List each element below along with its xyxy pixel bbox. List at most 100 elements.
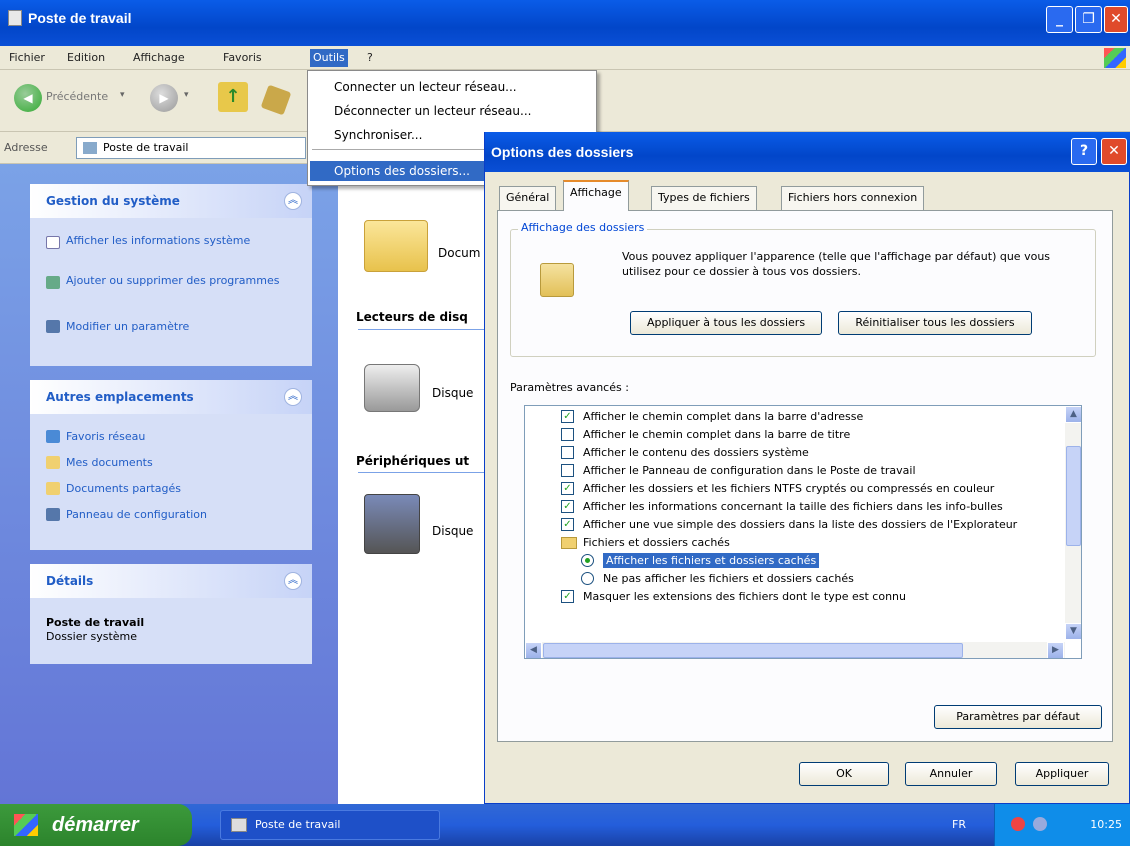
apply-to-all-folders-button[interactable]: Appliquer à tous les dossiers: [630, 311, 822, 335]
place-shared-documents[interactable]: Documents partagés: [46, 480, 181, 497]
back-arrow-icon[interactable]: ◀: [14, 84, 42, 112]
language-indicator[interactable]: FR: [952, 818, 966, 831]
volume-icon[interactable]: [1033, 817, 1047, 831]
checkbox[interactable]: ✓: [561, 590, 574, 603]
search-icon[interactable]: [260, 84, 292, 116]
window-titlebar[interactable]: Poste de travail _ ❐ ✕: [0, 0, 1130, 46]
start-button[interactable]: démarrer: [0, 804, 192, 846]
setting-hide-hidden[interactable]: Ne pas afficher les fichiers et dossiers…: [581, 570, 854, 588]
collapse-chevron-icon[interactable]: ︽: [284, 388, 302, 406]
place-my-documents[interactable]: Mes documents: [46, 454, 153, 471]
collapse-chevron-icon[interactable]: ︽: [284, 192, 302, 210]
menu-help[interactable]: ?: [364, 49, 376, 67]
checkbox[interactable]: [561, 464, 574, 477]
scroll-down-icon[interactable]: ▼: [1065, 623, 1081, 640]
up-folder-icon[interactable]: ↑: [218, 82, 248, 112]
menu-favorites[interactable]: Favoris: [220, 49, 265, 67]
radio-button[interactable]: [581, 572, 594, 585]
floppy-label[interactable]: Disque: [432, 524, 473, 538]
floppy-drive-icon[interactable]: [364, 494, 420, 554]
hard-drive-icon[interactable]: [364, 364, 420, 412]
windows-logo-icon: [1104, 48, 1126, 68]
tab-file-types[interactable]: Types de fichiers: [651, 186, 757, 210]
other-places-title[interactable]: Autres emplacements: [30, 380, 312, 414]
control-panel-icon: [46, 508, 60, 521]
setting-hide-extensions[interactable]: ✓ Masquer les extensions des fichiers don…: [561, 588, 906, 606]
apply-button[interactable]: Appliquer: [1015, 762, 1109, 786]
folder-view-icon: [540, 263, 574, 297]
dialog-title: Options des dossiers: [491, 144, 634, 160]
address-input[interactable]: Poste de travail: [76, 137, 306, 159]
checkbox[interactable]: ✓: [561, 518, 574, 531]
address-value: Poste de travail: [103, 141, 189, 154]
minimize-icon[interactable]: _: [1046, 6, 1073, 33]
folder-icon[interactable]: [364, 220, 428, 272]
task-add-remove-programs[interactable]: Ajouter ou supprimer des programmes: [46, 274, 296, 306]
advanced-settings-list[interactable]: ✓ Afficher le chemin complet dans la barr…: [524, 405, 1082, 659]
checkbox[interactable]: ✓: [561, 500, 574, 513]
documents-label[interactable]: Docum: [438, 246, 480, 260]
place-control-panel[interactable]: Panneau de configuration: [46, 506, 207, 523]
system-tasks-title[interactable]: Gestion du système: [30, 184, 312, 218]
checkbox[interactable]: [561, 446, 574, 459]
menu-file[interactable]: Fichier: [6, 49, 48, 67]
tab-view[interactable]: Affichage: [563, 180, 629, 211]
taskbar-item-my-computer[interactable]: Poste de travail: [220, 810, 440, 840]
network-icon: [46, 430, 60, 443]
setting-full-path-address[interactable]: ✓ Afficher le chemin complet dans la barr…: [561, 408, 863, 426]
task-change-setting[interactable]: Modifier un paramètre: [46, 318, 189, 335]
folder-icon: [46, 456, 60, 469]
windows-logo-icon: [14, 814, 38, 836]
setting-ntfs-color[interactable]: ✓ Afficher les dossiers et les fichiers N…: [561, 480, 994, 498]
advanced-settings-label: Paramètres avancés :: [510, 381, 629, 394]
reset-all-folders-button[interactable]: Réinitialiser tous les dossiers: [838, 311, 1032, 335]
menu-item-disconnect-drive[interactable]: Déconnecter un lecteur réseau...: [334, 101, 531, 121]
radio-button[interactable]: [581, 554, 594, 567]
security-icon[interactable]: [1011, 817, 1025, 831]
dialog-titlebar[interactable]: Options des dossiers ? ✕: [485, 132, 1130, 172]
back-dropdown-icon[interactable]: ▾: [120, 90, 125, 100]
collapse-chevron-icon[interactable]: ︽: [284, 572, 302, 590]
computer-icon: [231, 818, 247, 832]
close-icon[interactable]: ✕: [1104, 6, 1128, 33]
scroll-right-icon[interactable]: ▶: [1047, 642, 1064, 658]
help-icon[interactable]: ?: [1071, 138, 1097, 165]
menu-edit[interactable]: Edition: [64, 49, 108, 67]
menu-item-map-drive[interactable]: Connecter un lecteur réseau...: [334, 77, 517, 97]
checkbox[interactable]: [561, 428, 574, 441]
maximize-icon[interactable]: ❐: [1075, 6, 1102, 33]
checkbox[interactable]: ✓: [561, 482, 574, 495]
scroll-left-icon[interactable]: ◀: [525, 642, 542, 658]
close-icon[interactable]: ✕: [1101, 138, 1127, 165]
forward-arrow-icon[interactable]: ▶: [150, 84, 178, 112]
menu-item-synchronize[interactable]: Synchroniser...: [334, 125, 422, 145]
vertical-scrollbar[interactable]: ▲ ▼: [1065, 406, 1081, 640]
details-title[interactable]: Détails: [30, 564, 312, 598]
details-panel: Détails ︽ Poste de travail Dossier systè…: [30, 564, 312, 664]
restore-defaults-button[interactable]: Paramètres par défaut: [934, 705, 1102, 729]
menu-tools[interactable]: Outils: [310, 49, 348, 67]
setting-full-path-title[interactable]: Afficher le chemin complet dans la barre…: [561, 426, 850, 444]
menu-view[interactable]: Affichage: [130, 49, 188, 67]
scroll-thumb[interactable]: [543, 643, 963, 658]
setting-control-panel[interactable]: Afficher le Panneau de configuration dan…: [561, 462, 916, 480]
task-show-system-info[interactable]: Afficher les informations système: [46, 234, 296, 266]
horizontal-scrollbar[interactable]: ◀ ▶: [525, 642, 1065, 658]
checkbox[interactable]: ✓: [561, 410, 574, 423]
forward-dropdown-icon[interactable]: ▾: [184, 90, 189, 100]
cancel-button[interactable]: Annuler: [905, 762, 997, 786]
tab-general[interactable]: Général: [499, 186, 557, 210]
setting-show-hidden[interactable]: Afficher les fichiers et dossiers cachés: [581, 552, 820, 570]
folder-icon: [561, 537, 577, 549]
ok-button[interactable]: OK: [799, 762, 889, 786]
drive-label[interactable]: Disque: [432, 386, 473, 400]
scroll-up-icon[interactable]: ▲: [1065, 406, 1081, 423]
scroll-thumb[interactable]: [1066, 446, 1081, 546]
setting-file-size-tooltip[interactable]: ✓ Afficher les informations concernant la…: [561, 498, 1003, 516]
tab-offline-files[interactable]: Fichiers hors connexion: [781, 186, 925, 210]
place-network[interactable]: Favoris réseau: [46, 428, 145, 445]
back-button-label[interactable]: Précédente: [46, 90, 108, 103]
setting-simple-folder-view[interactable]: ✓ Afficher une vue simple des dossiers da…: [561, 516, 1017, 534]
clock[interactable]: 10:25: [1090, 818, 1122, 831]
setting-system-folders[interactable]: Afficher le contenu des dossiers système: [561, 444, 809, 462]
